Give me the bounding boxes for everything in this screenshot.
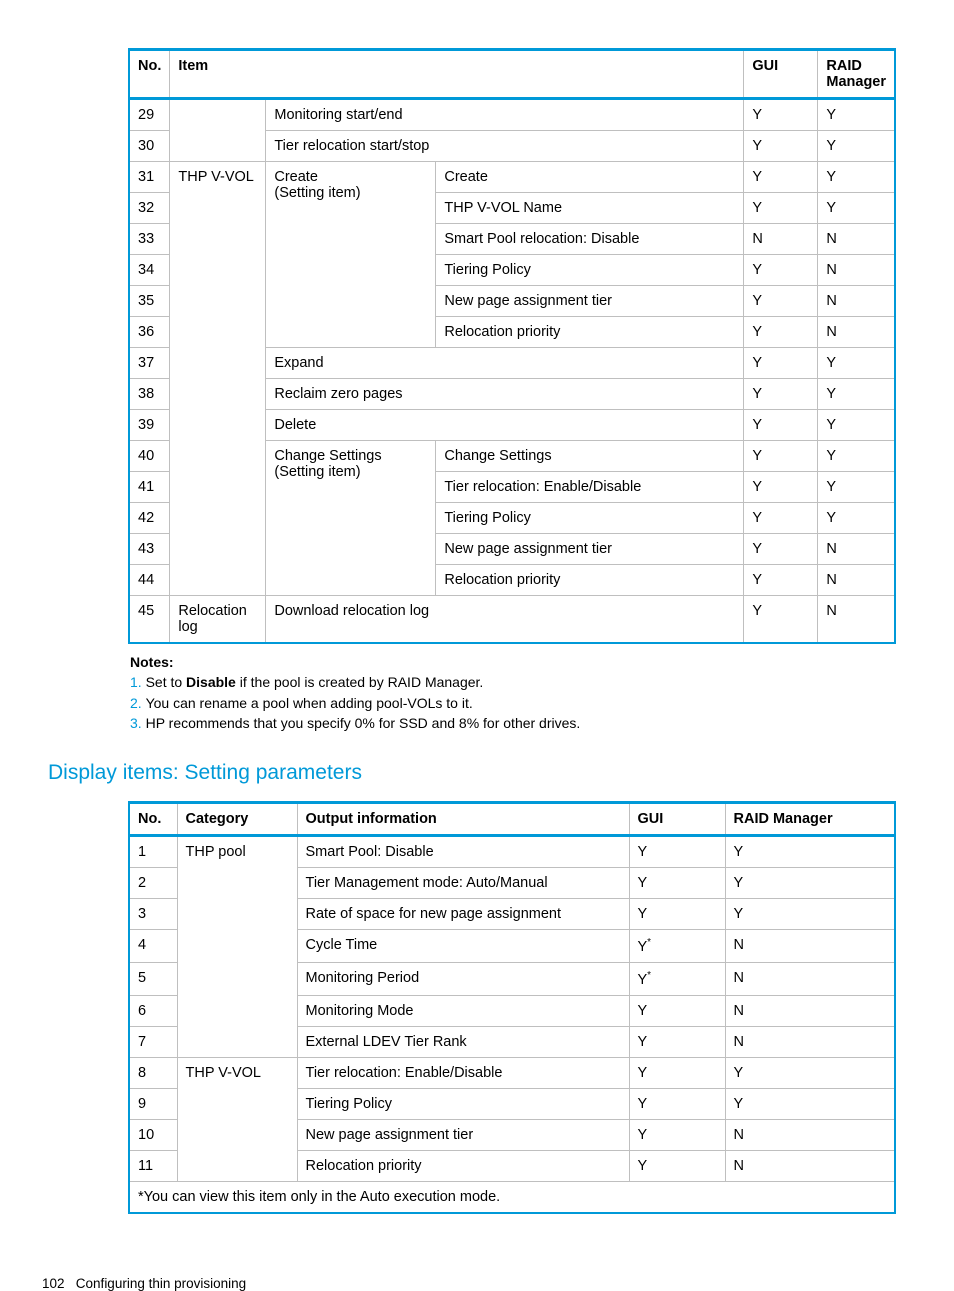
table-header: GUI	[744, 50, 818, 99]
table-footnote: *You can view this item only in the Auto…	[129, 1181, 895, 1213]
table-row: 8 THP V-VOL Tier relocation: Enable/Disa…	[129, 1057, 895, 1088]
table-header: Item	[170, 50, 744, 99]
section-heading: Display items: Setting parameters	[48, 761, 896, 785]
page-number: 102	[42, 1276, 65, 1291]
table-header: No.	[129, 803, 177, 836]
table-row: 45 Relocation log Download relocation lo…	[129, 596, 895, 644]
display-items-table: No. Category Output information GUI RAID…	[128, 801, 896, 1214]
table-notes: Notes: 1. Set to Disable if the pool is …	[128, 644, 896, 733]
table-row: 31 THP V-VOL Create(Setting item) Create…	[129, 162, 895, 193]
operations-table: No. Item GUI RAID Manager 29 Monitoring …	[128, 48, 896, 644]
footer-title: Configuring thin provisioning	[76, 1276, 246, 1291]
table-header: GUI	[629, 803, 725, 836]
table-header: RAID Manager	[725, 803, 895, 836]
notes-title: Notes:	[130, 654, 174, 670]
table-header: Category	[177, 803, 297, 836]
table-header: No.	[129, 50, 170, 99]
table-row: 1 THP pool Smart Pool: Disable Y Y	[129, 836, 895, 868]
table-header: RAID Manager	[818, 50, 895, 99]
table-header: Output information	[297, 803, 629, 836]
table-row: 29 Monitoring start/end Y Y	[129, 99, 895, 131]
page-footer: 102 Configuring thin provisioning	[42, 1276, 896, 1291]
